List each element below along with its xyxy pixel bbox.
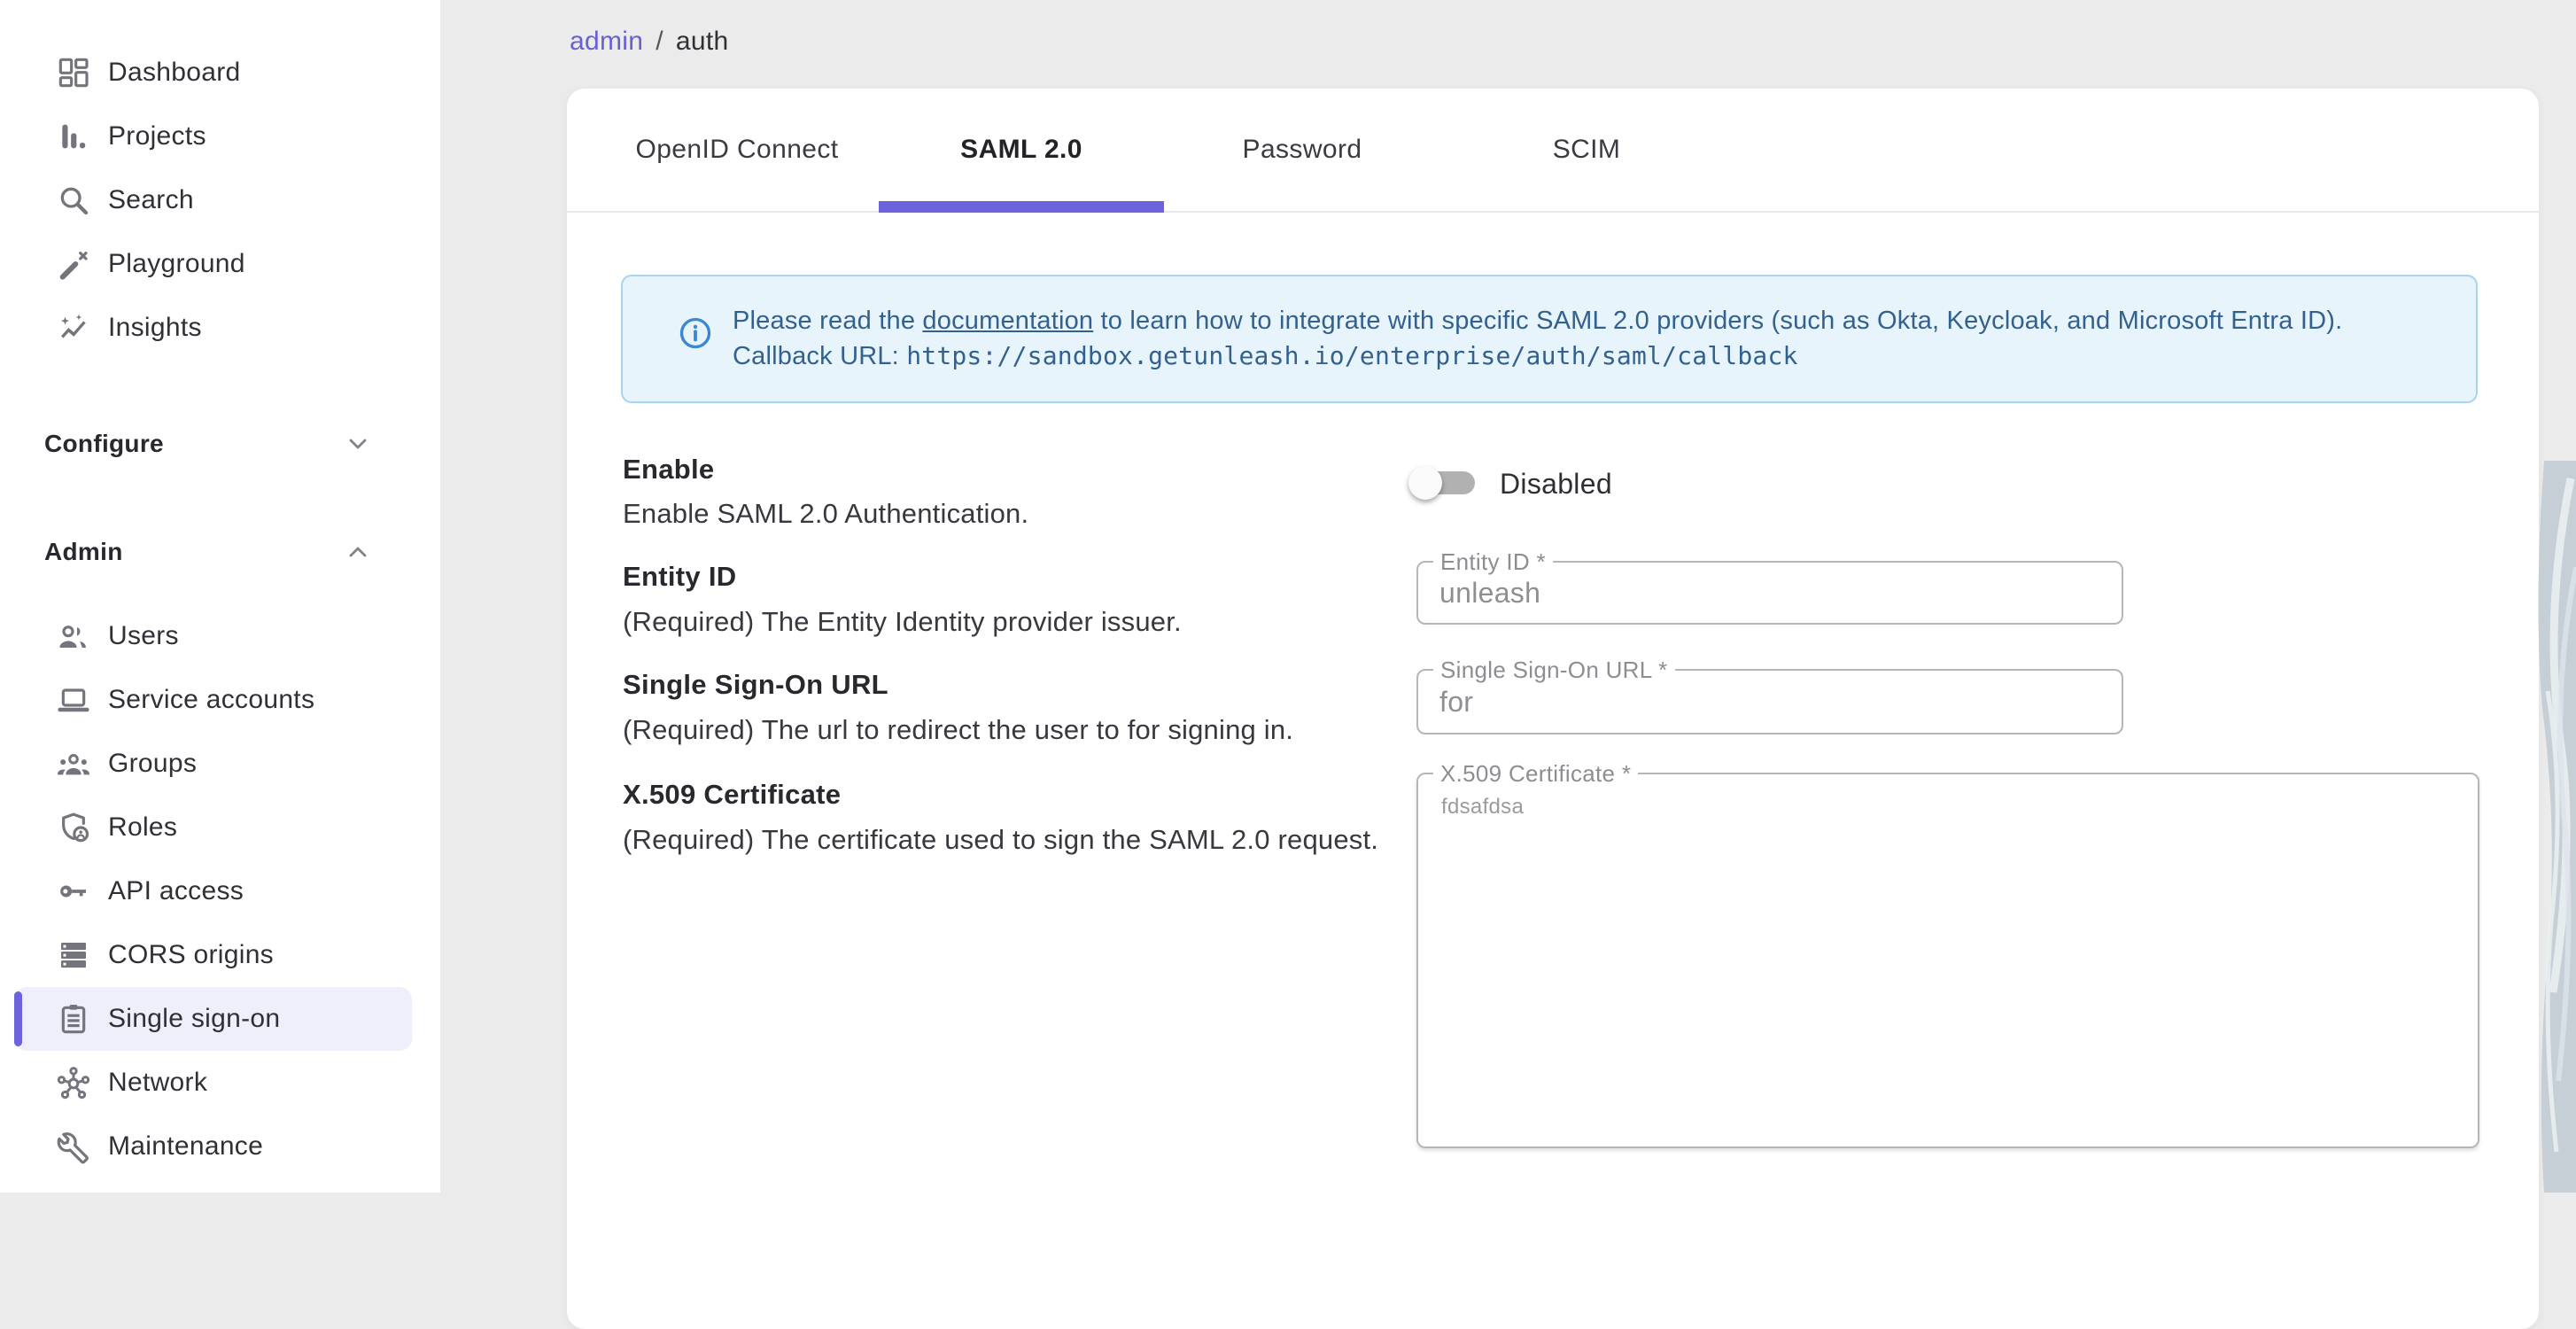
sidebar-item-search[interactable]: Search [14,168,412,232]
certificate-title: X.509 Certificate [623,779,841,811]
section-label: Admin [44,538,123,566]
sso-url-field-label: Single Sign-On URL * [1433,657,1675,684]
info-alert-text: Please read the documentation to learn h… [733,303,2342,401]
sidebar-item-playground[interactable]: Playground [14,232,412,296]
tab-saml[interactable]: SAML 2.0 [879,89,1164,211]
callback-url-label: Callback URL: [733,342,906,370]
sidebar-item-label: Users [108,621,179,651]
sidebar-admin-group: Users Service accounts Gr [0,604,440,1178]
info-alert-line2: Callback URL: https://sandbox.getunleash… [733,338,2342,374]
tab-openid-connect[interactable]: OpenID Connect [595,89,879,211]
sidebar-item-groups[interactable]: Groups [14,732,412,796]
sidebar-item-projects[interactable]: Projects [14,105,412,168]
enable-toggle[interactable] [1408,447,1479,518]
dashboard-icon [56,55,91,90]
groups-icon [56,746,91,781]
sidebar-item-api-access[interactable]: API access [14,859,412,923]
server-stack-icon [56,937,91,973]
sidebar-item-cors-origins[interactable]: CORS origins [14,923,412,987]
clipboard-icon [56,1001,91,1037]
chevron-down-icon [342,428,374,460]
background-swirl-art [2535,461,2576,1193]
sidebar-item-label: CORS origins [108,940,274,970]
wrench-icon [56,1129,91,1164]
entity-id-description: (Required) The Entity Identity provider … [623,602,1402,641]
sidebar-item-label: Service accounts [108,685,314,715]
documentation-link[interactable]: documentation [922,307,1093,335]
section-label: Configure [44,430,164,458]
toggle-state-label: Disabled [1500,468,1612,501]
enable-description: Enable SAML 2.0 Authentication. [623,494,1402,533]
sidebar-item-single-sign-on[interactable]: Single sign-on [14,987,412,1051]
breadcrumb-link-admin[interactable]: admin [570,27,643,56]
entity-id-title: Entity ID [623,561,736,593]
enable-title: Enable [623,454,714,486]
alert-text: to learn how to integrate with specific … [1093,307,2342,335]
breadcrumb: admin / auth [570,27,728,57]
info-alert-line1: Please read the documentation to learn h… [733,303,2342,338]
projects-icon [56,119,91,154]
sidebar-section-configure[interactable]: Configure [0,419,440,469]
sidebar: Dashboard Projects Search Playground [0,0,440,1193]
sidebar-item-label: Dashboard [108,58,240,88]
certificate-description: (Required) The certificate used to sign … [623,820,1402,859]
breadcrumb-current: auth [676,27,729,56]
sso-url-field: Single Sign-On URL * [1416,669,2123,734]
sidebar-item-roles[interactable]: Roles [14,796,412,859]
sidebar-item-label: Projects [108,121,206,152]
sso-url-title: Single Sign-On URL [623,669,888,701]
info-alert: Please read the documentation to learn h… [621,275,2478,403]
sidebar-item-label: API access [108,876,244,906]
toggle-knob [1408,466,1442,500]
sidebar-item-label: Network [108,1068,207,1098]
shield-person-icon [56,810,91,845]
hub-icon [56,1065,91,1100]
info-icon [678,315,713,351]
sidebar-item-maintenance[interactable]: Maintenance [14,1115,412,1178]
certificate-textarea[interactable]: fdsafdsa [1418,774,2478,1146]
sidebar-item-insights[interactable]: Insights [14,296,412,360]
sidebar-item-label: Search [108,185,194,215]
playground-icon [56,246,91,282]
tab-scim[interactable]: SCIM [1440,89,1733,211]
sso-url-description: (Required) The url to redirect the user … [623,710,1402,750]
alert-text: Please read the [733,307,922,335]
sidebar-item-label: Groups [108,749,197,779]
laptop-icon [56,682,91,718]
auth-settings-card: OpenID Connect SAML 2.0 Password SCIM Pl… [567,89,2539,1329]
key-icon [56,874,91,909]
sidebar-item-label: Insights [108,313,202,343]
certificate-field: X.509 Certificate * fdsafdsa [1416,773,2479,1148]
tab-password[interactable]: Password [1164,89,1440,211]
sidebar-section-admin[interactable]: Admin [0,527,440,577]
sidebar-item-label: Maintenance [108,1131,263,1162]
entity-id-field: Entity ID * [1416,561,2123,625]
insights-icon [56,310,91,346]
breadcrumb-separator: / [656,27,663,56]
auth-tabbar: OpenID Connect SAML 2.0 Password SCIM [567,89,2539,213]
sidebar-item-label: Playground [108,249,245,279]
sidebar-item-label: Single sign-on [108,1004,280,1034]
sidebar-item-users[interactable]: Users [14,604,412,668]
chevron-up-icon [342,536,374,568]
sidebar-item-label: Roles [108,812,177,843]
users-icon [56,618,91,654]
callback-url-value: https://sandbox.getunleash.io/enterprise… [906,341,1797,370]
main-content: admin / auth OpenID Connect SAML 2.0 Passw… [440,0,2576,1193]
entity-id-field-label: Entity ID * [1433,548,1553,576]
search-icon [56,183,91,218]
sidebar-item-dashboard[interactable]: Dashboard [14,41,412,105]
certificate-field-label: X.509 Certificate * [1433,760,1638,788]
sidebar-item-network[interactable]: Network [14,1051,412,1115]
sidebar-item-service-accounts[interactable]: Service accounts [14,668,412,732]
